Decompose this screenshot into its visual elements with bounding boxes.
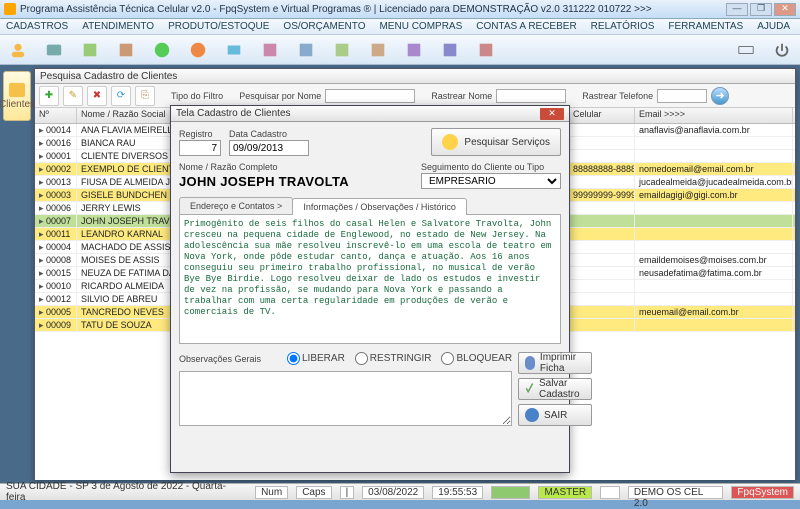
menu-item[interactable]: OS/ORÇAMENTO xyxy=(283,21,365,32)
menu-item[interactable]: MENU COMPRAS xyxy=(379,21,462,32)
menu-item[interactable]: RELATÓRIOS xyxy=(591,21,655,32)
toolbar-icon[interactable] xyxy=(6,38,30,62)
minimize-button[interactable]: — xyxy=(726,3,748,16)
search-icon xyxy=(442,134,458,150)
menu-item[interactable]: CADASTROS xyxy=(6,21,68,32)
main-titlebar: Programa Assistência Técnica Celular v2.… xyxy=(0,0,800,19)
close-button[interactable]: ✕ xyxy=(774,3,796,16)
menu-item[interactable]: ATENDIMENTO xyxy=(82,21,154,32)
statusbar: SUA CIDADE - SP 3 de Agosto de 2022 - Qu… xyxy=(0,483,800,500)
col-header[interactable]: Nº xyxy=(35,108,77,123)
menu-item[interactable]: FERRAMENTAS xyxy=(668,21,743,32)
menu-item[interactable]: PRODUTO/ESTOQUE xyxy=(168,21,269,32)
toolbar-icon[interactable] xyxy=(42,38,66,62)
maximize-button[interactable]: ❐ xyxy=(750,3,772,16)
track-name-input[interactable] xyxy=(496,89,566,103)
toolbar-icon[interactable] xyxy=(222,38,246,62)
tab-informacoes[interactable]: Informações / Observações / Histórico xyxy=(292,198,467,215)
toolbar-icon[interactable] xyxy=(78,38,102,62)
people-icon xyxy=(9,83,25,97)
toolbar-icon[interactable] xyxy=(474,38,498,62)
app-icon xyxy=(4,3,16,15)
search-name-input[interactable] xyxy=(325,89,415,103)
pesquisar-servicos-button[interactable]: Pesquisar Serviços xyxy=(431,128,561,156)
sidebar-tab-clientes[interactable]: Clientes xyxy=(3,71,31,121)
modal-title: Tela Cadastro de Clientes xyxy=(176,108,540,119)
edit-icon[interactable]: ✎ xyxy=(63,86,83,106)
radio-liberar[interactable]: LIBERAR xyxy=(287,352,345,365)
exit-icon xyxy=(525,408,539,422)
menu-item[interactable]: CONTAS A RECEBER xyxy=(476,21,576,32)
toolbar-icon[interactable] xyxy=(402,38,426,62)
tab-endereco[interactable]: Endereço e Contatos > xyxy=(179,197,293,214)
refresh-icon[interactable]: ⟳ xyxy=(111,86,131,106)
toolbar-icon[interactable] xyxy=(366,38,390,62)
menu-item[interactable]: AJUDA xyxy=(757,21,790,32)
radio-restringir[interactable]: RESTRINGIR xyxy=(355,352,432,365)
status-master: MASTER xyxy=(538,486,592,499)
print-icon xyxy=(525,356,535,370)
exit-icon[interactable] xyxy=(770,38,794,62)
data-cadastro-input[interactable] xyxy=(229,140,309,156)
toolbar-icon[interactable] xyxy=(186,38,210,62)
check-icon xyxy=(525,382,534,396)
obs-gerais-textarea[interactable] xyxy=(179,371,512,426)
status-demo: DEMO OS CEL 2.0 xyxy=(628,486,724,499)
new-icon[interactable]: ✚ xyxy=(39,86,59,106)
keyboard-icon[interactable] xyxy=(734,38,758,62)
col-header[interactable]: Celular xyxy=(569,108,635,123)
app-title: Programa Assistência Técnica Celular v2.… xyxy=(20,4,726,15)
toolbar-icon[interactable] xyxy=(150,38,174,62)
salvar-button[interactable]: Salvar Cadastro xyxy=(518,378,592,400)
radio-bloquear[interactable]: BLOQUEAR xyxy=(441,352,512,365)
toolbar-icon[interactable] xyxy=(114,38,138,62)
go-arrow-icon[interactable]: ➜ xyxy=(711,87,729,105)
delete-icon[interactable]: ✖ xyxy=(87,86,107,106)
search-window-title: Pesquisa Cadastro de Clientes xyxy=(35,69,795,84)
modal-close-button[interactable]: ✕ xyxy=(540,108,564,120)
registro-input[interactable] xyxy=(179,140,221,156)
sair-button[interactable]: SAIR xyxy=(518,404,592,426)
cadastro-modal: Tela Cadastro de Clientes ✕ Registro Dat… xyxy=(170,105,570,473)
copy-icon[interactable]: ⎘ xyxy=(135,86,155,106)
nome-completo: JOHN JOSEPH TRAVOLTA xyxy=(179,174,413,189)
imprimir-button[interactable]: Imprimir Ficha xyxy=(518,352,592,374)
toolbar-icon[interactable] xyxy=(294,38,318,62)
main-menubar: CADASTROS ATENDIMENTO PRODUTO/ESTOQUE OS… xyxy=(0,19,800,35)
status-brand: FpqSystem xyxy=(731,486,794,499)
main-toolbar xyxy=(0,35,800,65)
seguimento-select[interactable]: EMPRESARIO xyxy=(421,173,561,189)
toolbar-icon[interactable] xyxy=(330,38,354,62)
observacoes-text[interactable]: Primogênito de seis filhos do casal Hele… xyxy=(179,214,561,344)
toolbar-icon[interactable] xyxy=(258,38,282,62)
toolbar-icon[interactable] xyxy=(438,38,462,62)
col-header[interactable]: Email >>>> xyxy=(635,108,793,123)
track-phone-input[interactable] xyxy=(657,89,707,103)
